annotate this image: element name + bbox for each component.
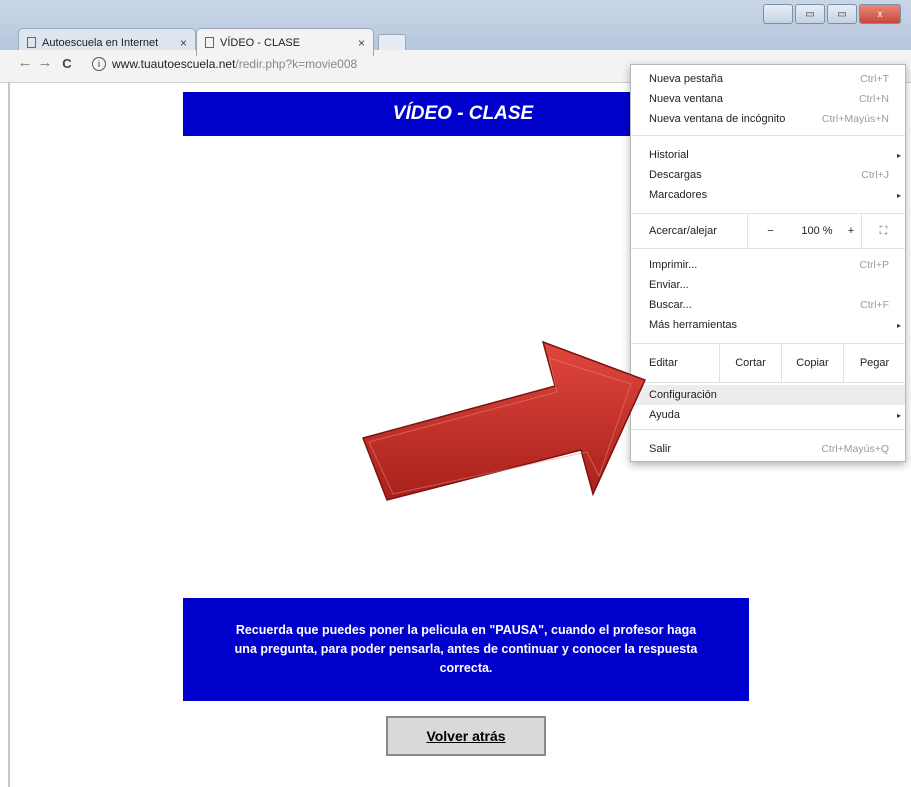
menu-edit-row: Editar Cortar Copiar Pegar (631, 343, 905, 383)
zoom-out-button[interactable]: − (747, 214, 793, 248)
menu-label: Nueva ventana (649, 93, 723, 105)
close-window-button[interactable]: x (859, 4, 901, 24)
tab-title: VÍDEO - CLASE (220, 36, 301, 49)
chrome-menu: Nueva pestaña Ctrl+T Nueva ventana Ctrl+… (630, 64, 906, 462)
forward-arrow-icon[interactable]: → (36, 54, 54, 71)
page-icon (27, 37, 36, 48)
menu-label: Marcadores (649, 189, 708, 201)
page-icon (205, 37, 214, 48)
page-border (8, 82, 10, 787)
reload-icon[interactable]: C (58, 56, 76, 71)
menu-history[interactable]: Historial ▸ (631, 145, 905, 165)
menu-more-tools[interactable]: Más herramientas ▸ (631, 315, 905, 335)
copy-button[interactable]: Copiar (781, 344, 843, 382)
profile-button[interactable] (763, 4, 793, 24)
menu-downloads[interactable]: Descargas Ctrl+J (631, 165, 905, 185)
menu-incognito[interactable]: Nueva ventana de incógnito Ctrl+Mayús+N (631, 109, 905, 129)
paste-button[interactable]: Pegar (843, 344, 905, 382)
back-arrow-icon[interactable]: ← (16, 54, 34, 71)
menu-new-window[interactable]: Nueva ventana Ctrl+N (631, 89, 905, 109)
menu-shortcut: Ctrl+Mayús+N (821, 113, 889, 125)
red-arrow-icon (361, 340, 647, 501)
url-path: /redir.php?k=movie008 (235, 57, 358, 71)
zoom-in-button[interactable]: + (841, 214, 861, 248)
zoom-label: Acercar/alejar (649, 225, 717, 237)
menu-new-tab[interactable]: Nueva pestaña Ctrl+T (631, 69, 905, 89)
submenu-arrow-icon: ▸ (896, 150, 901, 160)
menu-shortcut: Ctrl+Mayús+Q (821, 443, 889, 455)
menu-shortcut: Ctrl+N (858, 93, 889, 105)
menu-label: Más herramientas (649, 319, 738, 331)
submenu-arrow-icon: ▸ (896, 190, 901, 200)
menu-label: Descargas (649, 169, 702, 181)
tab-video-clase[interactable]: VÍDEO - CLASE × (196, 28, 374, 56)
info-icon[interactable]: i (92, 57, 106, 71)
menu-label: Enviar... (649, 279, 689, 291)
url-domain: www.tuautoescuela.net (112, 57, 236, 71)
menu-shortcut: Ctrl+F (860, 299, 889, 311)
minimize-button[interactable]: ▭ (795, 4, 825, 24)
menu-cast[interactable]: Enviar... (631, 275, 905, 295)
cut-button[interactable]: Cortar (719, 344, 781, 382)
menu-zoom-row: Acercar/alejar − 100 % + ⛶ (631, 213, 905, 249)
menu-label: Nueva ventana de incógnito (649, 113, 786, 125)
menu-bookmarks[interactable]: Marcadores ▸ (631, 185, 905, 205)
menu-separator (631, 135, 905, 136)
menu-label: Imprimir... (649, 259, 698, 271)
menu-label: Historial (649, 149, 689, 161)
tab-title: Autoescuela en Internet (42, 36, 159, 49)
menu-print[interactable]: Imprimir... Ctrl+P (631, 255, 905, 275)
menu-shortcut: Ctrl+T (860, 73, 889, 85)
submenu-arrow-icon: ▸ (896, 410, 901, 420)
menu-settings[interactable]: Configuración (631, 385, 905, 405)
menu-label: Nueva pestaña (649, 73, 723, 85)
submenu-arrow-icon: ▸ (896, 320, 901, 330)
menu-separator (631, 429, 905, 430)
menu-label: Buscar... (649, 299, 692, 311)
tab-close-icon[interactable]: × (358, 36, 365, 50)
tab-close-icon[interactable]: × (180, 36, 187, 50)
menu-shortcut: Ctrl+P (859, 259, 889, 271)
notice-text: Recuerda que puedes poner la pelicula en… (234, 623, 698, 675)
fullscreen-icon[interactable]: ⛶ (861, 214, 905, 248)
menu-exit[interactable]: Salir Ctrl+Mayús+Q (631, 439, 905, 459)
menu-shortcut: Ctrl+J (861, 169, 889, 181)
address-bar[interactable]: i www.tuautoescuela.net/redir.php?k=movi… (92, 54, 652, 74)
menu-find[interactable]: Buscar... Ctrl+F (631, 295, 905, 315)
window-controls: ▭ ▭ x (763, 4, 901, 24)
maximize-button[interactable]: ▭ (827, 4, 857, 24)
zoom-value: 100 % (801, 225, 833, 237)
pause-notice: Recuerda que puedes poner la pelicula en… (183, 598, 749, 701)
menu-label: Configuración (649, 389, 717, 401)
back-button[interactable]: Volver atrás (386, 716, 546, 756)
menu-help[interactable]: Ayuda ▸ (631, 405, 905, 425)
